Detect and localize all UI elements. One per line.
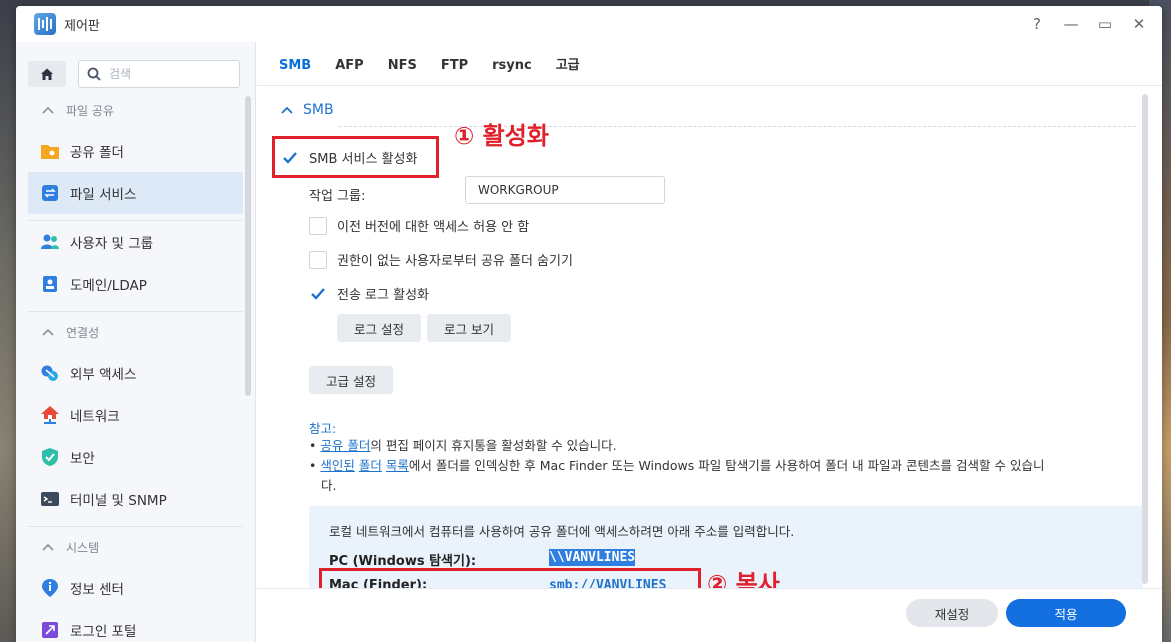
hide-folders-label: 권한이 없는 사용자로부터 공유 폴더 숨기기 <box>337 254 573 269</box>
terminal-icon <box>40 489 60 509</box>
maximize-icon[interactable]: ▭ <box>1090 9 1120 39</box>
pc-address-value[interactable]: \\VANVLINES <box>549 549 636 566</box>
sidebar-item-file-services[interactable]: 파일 서비스 <box>28 172 243 214</box>
apply-button[interactable]: 적용 <box>1006 599 1126 627</box>
chevron-up-icon <box>42 543 54 551</box>
note-item: • 색인된 폴더 목록에서 폴더를 인덱싱한 후 Mac Finder 또는 W… <box>309 458 1045 473</box>
tab-smb[interactable]: SMB <box>279 58 323 85</box>
section-file-sharing[interactable]: 파일 공유 <box>16 90 255 130</box>
tab-nfs[interactable]: NFS <box>376 58 429 85</box>
hide-folders-checkbox[interactable] <box>309 250 327 269</box>
minimize-icon[interactable]: — <box>1056 9 1086 39</box>
annotation-step1: ① 활성화 <box>454 122 549 150</box>
tab-rsync[interactable]: rsync <box>480 58 544 85</box>
sidebar-item-terminal-snmp[interactable]: 터미널 및 SNMP <box>28 478 243 520</box>
sidebar-item-shared-folder[interactable]: 공유 폴더 <box>28 130 243 172</box>
sidebar-item-info-center[interactable]: 정보 센터 <box>28 567 243 609</box>
users-icon <box>40 232 60 252</box>
sidebar-item-label: 외부 액세스 <box>70 367 137 383</box>
tab-ftp[interactable]: FTP <box>429 58 480 85</box>
home-button[interactable] <box>28 61 66 87</box>
indexed-folder-link[interactable]: 목록 <box>386 458 409 473</box>
chevron-up-icon <box>42 328 54 336</box>
checkmark-icon <box>311 287 325 300</box>
pc-address-label: PC (Windows 탐색기): <box>329 554 477 569</box>
transfer-log-checkbox[interactable] <box>309 284 327 303</box>
annotation-step2: ② 복사 <box>707 570 780 588</box>
workgroup-input[interactable] <box>465 176 665 204</box>
indexed-folder-link[interactable]: 폴더 <box>359 458 382 473</box>
sidebar-item-label: 도메인/LDAP <box>70 278 147 294</box>
search-icon <box>87 67 101 81</box>
note-item: • 공유 폴더의 편집 페이지 휴지통을 활성화할 수 있습니다. <box>309 438 617 453</box>
shared-folder-icon <box>40 141 60 161</box>
advanced-settings-button[interactable]: 고급 설정 <box>309 366 393 394</box>
section-connectivity[interactable]: 연결성 <box>16 312 255 352</box>
sidebar-item-label: 사용자 및 그룹 <box>70 236 154 252</box>
help-icon[interactable]: ? <box>1022 9 1052 39</box>
domain-icon <box>40 274 60 294</box>
sidebar-item-login-portal[interactable]: 로그인 포털 <box>28 609 243 642</box>
hide-folders-row[interactable]: 권한이 없는 사용자로부터 공유 폴더 숨기기 <box>309 250 573 269</box>
chevron-up-icon <box>281 106 293 114</box>
footer: 재설정 적용 <box>257 588 1162 642</box>
window-title: 제어판 <box>64 18 100 34</box>
prev-version-checkbox[interactable] <box>309 216 327 235</box>
reset-button[interactable]: 재설정 <box>906 599 998 627</box>
smb-settings: SMB SMB 서비스 활성화 ① 활성화 작업 그룹: 이전 버전에 대한 액… <box>257 86 1162 588</box>
sidebar-item-domain-ldap[interactable]: 도메인/LDAP <box>28 263 243 305</box>
notes-title: 참고: <box>309 421 337 436</box>
sidebar-item-label: 공유 폴더 <box>70 145 124 161</box>
login-portal-icon <box>40 620 60 640</box>
control-panel-window: 제어판 ? — ▭ ✕ 파일 공유 공유 폴더 <box>16 6 1162 642</box>
external-access-icon <box>40 363 60 383</box>
title-bar: 제어판 ? — ▭ ✕ <box>16 6 1162 42</box>
sidebar-scrollbar[interactable] <box>245 96 251 396</box>
file-services-icon <box>40 183 60 203</box>
sidebar-item-label: 로그인 포털 <box>70 624 137 640</box>
network-icon <box>40 405 60 425</box>
chevron-up-icon <box>42 106 54 114</box>
sidebar-item-label: 네트워크 <box>70 409 120 425</box>
sidebar-item-users-groups[interactable]: 사용자 및 그룹 <box>28 221 243 263</box>
transfer-log-row[interactable]: 전송 로그 활성화 <box>309 284 429 303</box>
shared-folder-link[interactable]: 공유 폴더 <box>320 438 370 453</box>
indexed-folder-link[interactable]: 색인된 <box>320 458 355 473</box>
log-view-button[interactable]: 로그 보기 <box>427 314 511 342</box>
home-icon <box>41 68 53 80</box>
sidebar-item-external-access[interactable]: 외부 액세스 <box>28 352 243 394</box>
sidebar-item-label: 파일 서비스 <box>70 187 137 203</box>
annotation-box-copy <box>319 568 701 588</box>
smb-section-header[interactable]: SMB <box>281 102 334 118</box>
sidebar: 파일 공유 공유 폴더 파일 서비스 사용자 및 그룹 도메인/LDAP <box>16 42 256 642</box>
shield-icon <box>40 447 60 467</box>
workgroup-label: 작업 그룹: <box>309 189 366 204</box>
sidebar-item-label: 정보 센터 <box>70 582 124 598</box>
sidebar-item-label: 터미널 및 SNMP <box>70 493 167 509</box>
search-box[interactable] <box>78 60 240 88</box>
section-title: SMB <box>303 102 334 118</box>
prev-version-row[interactable]: 이전 버전에 대한 액세스 허용 안 함 <box>309 216 529 235</box>
prev-version-label: 이전 버전에 대한 액세스 허용 안 함 <box>337 220 530 235</box>
main-panel: SMB AFP NFS FTP rsync 고급 SMB SMB 서비스 활성화… <box>257 42 1162 642</box>
note-item-continued: 다. <box>321 478 337 493</box>
sidebar-item-label: 보안 <box>70 451 95 467</box>
control-panel-icon <box>34 13 56 35</box>
sidebar-item-network[interactable]: 네트워크 <box>28 394 243 436</box>
info-text: 로컬 네트워크에서 컴퓨터를 사용하여 공유 폴더에 액세스하려면 아래 주소를… <box>329 524 795 539</box>
transfer-log-label: 전송 로그 활성화 <box>337 288 429 303</box>
info-center-icon <box>40 578 60 598</box>
content-scrollbar[interactable] <box>1142 94 1148 584</box>
search-input[interactable] <box>109 67 219 81</box>
section-system[interactable]: 시스템 <box>16 527 255 567</box>
close-icon[interactable]: ✕ <box>1124 9 1154 39</box>
annotation-box-enable <box>272 136 439 178</box>
log-settings-button[interactable]: 로그 설정 <box>337 314 421 342</box>
tab-bar: SMB AFP NFS FTP rsync 고급 <box>257 42 1162 86</box>
tab-afp[interactable]: AFP <box>323 58 375 85</box>
tab-advanced[interactable]: 고급 <box>544 54 592 85</box>
sidebar-item-security[interactable]: 보안 <box>28 436 243 478</box>
